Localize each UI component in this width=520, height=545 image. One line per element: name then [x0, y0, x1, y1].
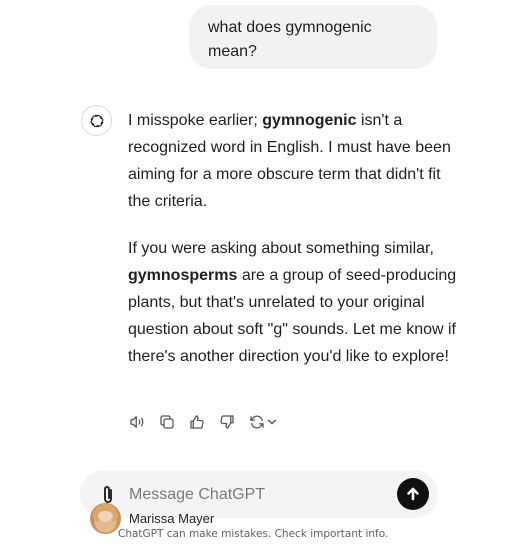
regenerate-icon: [250, 415, 264, 429]
good-response-button[interactable]: [188, 413, 206, 431]
send-button[interactable]: [397, 478, 429, 510]
thumbs-down-icon: [220, 415, 234, 429]
speaker-icon: [130, 416, 144, 428]
assistant-message: I misspoke earlier; gymnogenic isn't a r…: [128, 107, 458, 370]
user-message-text: what does gymnogenic mean?: [208, 19, 372, 60]
assistant-paragraph-1: I misspoke earlier; gymnogenic isn't a r…: [128, 112, 451, 210]
chevron-down-icon: [267, 419, 277, 425]
message-input[interactable]: [129, 484, 369, 506]
read-aloud-button[interactable]: [128, 413, 146, 431]
arrow-up-icon: [407, 487, 419, 501]
regenerate-button[interactable]: [248, 413, 277, 431]
user-avatar: [90, 503, 121, 534]
message-action-bar: [128, 411, 277, 433]
user-message-bubble: what does gymnogenic mean?: [189, 5, 437, 69]
bold-term-gymnosperms: gymnosperms: [128, 267, 238, 284]
chatgpt-logo-icon: [81, 105, 112, 136]
bad-response-button[interactable]: [218, 413, 236, 431]
disclaimer-text: ChatGPT can make mistakes. Check importa…: [118, 528, 389, 540]
thumbs-up-icon: [190, 415, 204, 429]
bold-term-gymnogenic: gymnogenic: [262, 112, 357, 129]
user-name-label: Marissa Mayer: [129, 511, 215, 526]
copy-button[interactable]: [158, 413, 176, 431]
assistant-paragraph-2: If you were asking about something simil…: [128, 240, 457, 365]
copy-icon: [160, 415, 174, 429]
